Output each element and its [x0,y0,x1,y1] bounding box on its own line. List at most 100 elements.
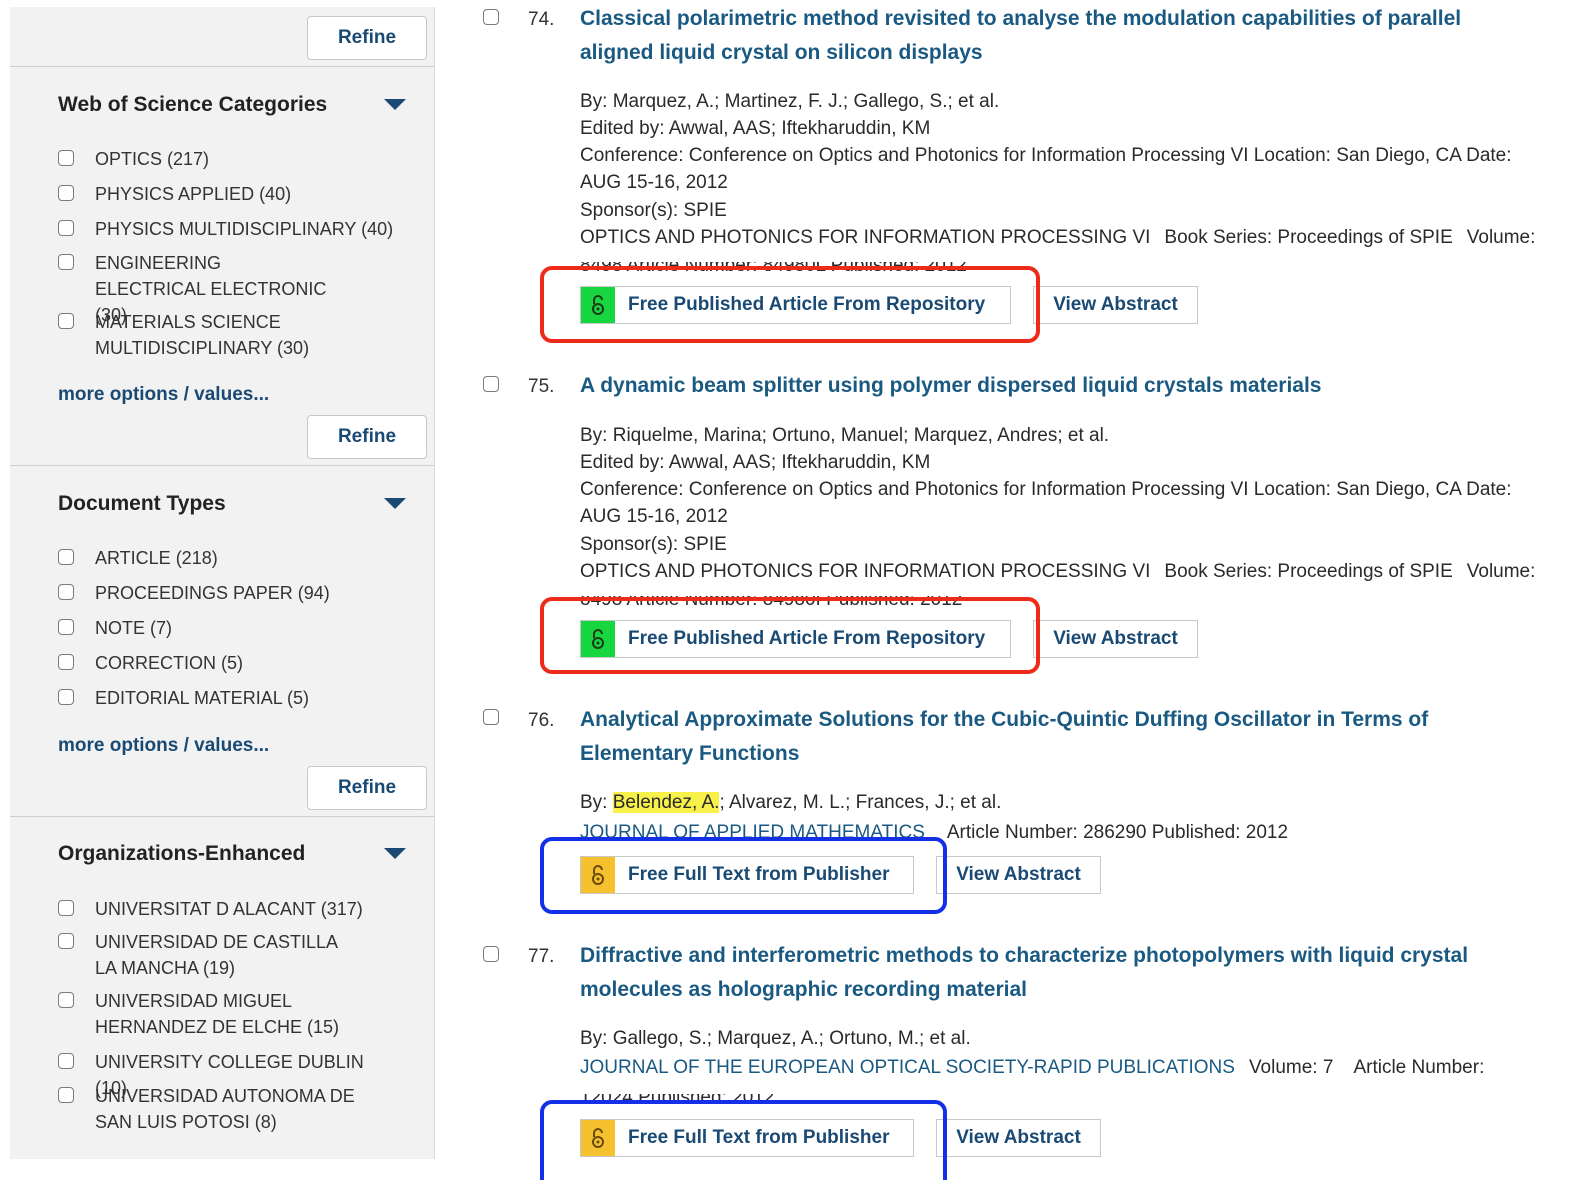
result-select-checkbox[interactable] [483,9,499,25]
filter-option[interactable]: OPTICS (217) [58,146,418,172]
result-number: 77. [528,946,555,967]
filter-option[interactable]: MATERIALS SCIENCE MULTIDISCIPLINARY (30) [58,309,418,361]
filter-checkbox[interactable] [58,1053,74,1069]
filter-checkbox[interactable] [58,1087,74,1103]
filter-option[interactable]: CORRECTION (5) [58,650,418,676]
filter-option[interactable]: EDITORIAL MATERIAL (5) [58,685,418,711]
filter-option-label: UNIVERSIDAD MIGUEL HERNANDEZ DE ELCHE (1… [95,991,340,1037]
result-title-link[interactable]: Diffractive and interferometric methods … [580,939,1510,1007]
result-publication-details: 8498 Article Number: 84980L Published: 2… [580,262,1570,273]
result-article-number-label: Article Number: [1353,1057,1485,1078]
filter-checkbox[interactable] [58,313,74,329]
filter-option-label: CORRECTION (5) [95,653,243,673]
collapse-arrow-icon[interactable] [384,99,406,110]
result-select-checkbox[interactable] [483,709,499,725]
result-source-line: JOURNAL OF APPLIED MATHEMATICS Article Nu… [580,819,1570,846]
filter-option-label: PHYSICS APPLIED (40) [95,184,292,204]
result-number: 76. [528,710,555,731]
refine-button[interactable]: Refine [307,766,427,810]
view-abstract-button[interactable]: View Abstract [936,856,1101,894]
free-full-text-button[interactable]: Free Published Article From Repository [580,286,1011,324]
view-abstract-button[interactable]: View Abstract [936,1119,1101,1157]
collapse-arrow-icon[interactable] [384,848,406,859]
result-number: 74. [528,9,555,30]
filter-option[interactable]: UNIVERSIDAD DE CASTILLA LA MANCHA (19) [58,929,418,981]
result-editors: Edited by: Awwal, AAS; Iftekharuddin, KM [580,118,931,139]
filter-checkbox[interactable] [58,689,74,705]
filter-checkbox[interactable] [58,584,74,600]
open-access-lock-icon [581,621,615,657]
free-full-text-button[interactable]: Free Published Article From Repository [580,620,1011,658]
open-access-lock-icon [581,287,615,323]
result-source-line: OPTICS AND PHOTONICS FOR INFORMATION PRO… [580,558,1570,585]
filter-option[interactable]: UNIVERSITAT D ALACANT (317) [58,896,418,922]
result-book-series: Book Series: Proceedings of SPIE [1164,227,1453,248]
filter-checkbox[interactable] [58,619,74,635]
view-abstract-button[interactable]: View Abstract [1033,620,1198,658]
filter-option-label: PROCEEDINGS PAPER (94) [95,583,330,603]
result-title-link[interactable]: Classical polarimetric method revisited … [580,2,1510,70]
filter-option[interactable]: ARTICLE (218) [58,545,418,571]
filter-checkbox[interactable] [58,220,74,236]
result-publication-details: 8498 Article Number: 84980I Published: 2… [580,596,1570,607]
result-sponsor: Sponsor(s): SPIE [580,534,727,555]
result-volume: Volume: [1466,561,1536,582]
filter-checkbox[interactable] [58,254,74,270]
free-full-text-label: Free Full Text from Publisher [628,864,890,885]
authors-prefix: By: [580,792,613,813]
result-sponsor: Sponsor(s): SPIE [580,200,727,221]
filter-option-label: EDITORIAL MATERIAL (5) [95,688,310,708]
free-full-text-button[interactable]: Free Full Text from Publisher [580,1119,914,1157]
free-full-text-button[interactable]: Free Full Text from Publisher [580,856,914,894]
filter-option[interactable]: PHYSICS MULTIDISCIPLINARY (40) [58,216,418,242]
highlighted-author: Belendez, A. [612,792,720,813]
filter-option[interactable]: NOTE (7) [58,615,418,641]
filter-option[interactable]: PROCEEDINGS PAPER (94) [58,580,418,606]
result-title-link[interactable]: Analytical Approximate Solutions for the… [580,703,1510,771]
filter-option[interactable]: PHYSICS APPLIED (40) [58,181,418,207]
more-options-link[interactable]: more options / values... [58,384,269,406]
refine-button[interactable]: Refine [307,16,427,60]
filter-checkbox[interactable] [58,654,74,670]
sidebar-divider [10,66,434,67]
result-authors: By: Gallego, S.; Marquez, A.; Ortuno, M.… [580,1028,971,1049]
collapse-arrow-icon[interactable] [384,498,406,509]
result-volume: Volume: [1466,227,1536,248]
result-publication-details-text: 8498 Article Number: 84980L Published: 2… [580,262,967,273]
filter-checkbox[interactable] [58,185,74,201]
result-publication-details-text: 12024 Published: 2012 [580,1094,775,1105]
more-options-link[interactable]: more options / values... [58,735,269,757]
open-access-lock-icon [581,1120,615,1156]
journal-link[interactable]: JOURNAL OF THE EUROPEAN OPTICAL SOCIETY-… [580,1057,1235,1078]
free-full-text-label: Free Published Article From Repository [628,628,986,649]
refine-sidebar: Refine Web of Science Categories OPTICS … [10,7,435,1159]
result-source: OPTICS AND PHOTONICS FOR INFORMATION PRO… [580,227,1151,248]
filter-checkbox[interactable] [58,150,74,166]
result-number: 75. [528,376,555,397]
view-abstract-button[interactable]: View Abstract [1033,286,1198,324]
filter-option-label: UNIVERSIDAD DE CASTILLA LA MANCHA (19) [95,932,338,978]
free-full-text-label: Free Published Article From Repository [628,294,986,315]
filter-option[interactable]: UNIVERSIDAD AUTONOMA DE SAN LUIS POTOSI … [58,1083,418,1135]
result-conference: Conference: Conference on Optics and Pho… [580,145,1512,193]
result-select-checkbox[interactable] [483,376,499,392]
result-source: OPTICS AND PHOTONICS FOR INFORMATION PRO… [580,561,1151,582]
journal-link[interactable]: JOURNAL OF APPLIED MATHEMATICS [580,822,925,843]
result-book-series: Book Series: Proceedings of SPIE [1164,561,1453,582]
filter-option-label: MATERIALS SCIENCE MULTIDISCIPLINARY (30) [95,312,310,358]
filter-checkbox[interactable] [58,900,74,916]
result-select-checkbox[interactable] [483,946,499,962]
result-conference: Conference: Conference on Optics and Pho… [580,479,1512,527]
result-publication-details-text: 8498 Article Number: 84980I Published: 2… [580,596,963,607]
section-heading-document-types: Document Types [58,492,226,515]
sidebar-divider [10,465,434,466]
filter-checkbox[interactable] [58,549,74,565]
refine-button[interactable]: Refine [307,415,427,459]
section-heading-organizations: Organizations-Enhanced [58,842,306,865]
result-title-link[interactable]: A dynamic beam splitter using polymer di… [580,369,1510,403]
result-source-line: OPTICS AND PHOTONICS FOR INFORMATION PRO… [580,224,1570,251]
filter-option[interactable]: UNIVERSIDAD MIGUEL HERNANDEZ DE ELCHE (1… [58,988,418,1040]
filter-checkbox[interactable] [58,933,74,949]
result-publication-details: Article Number: 286290 Published: 2012 [946,822,1289,843]
filter-checkbox[interactable] [58,992,74,1008]
